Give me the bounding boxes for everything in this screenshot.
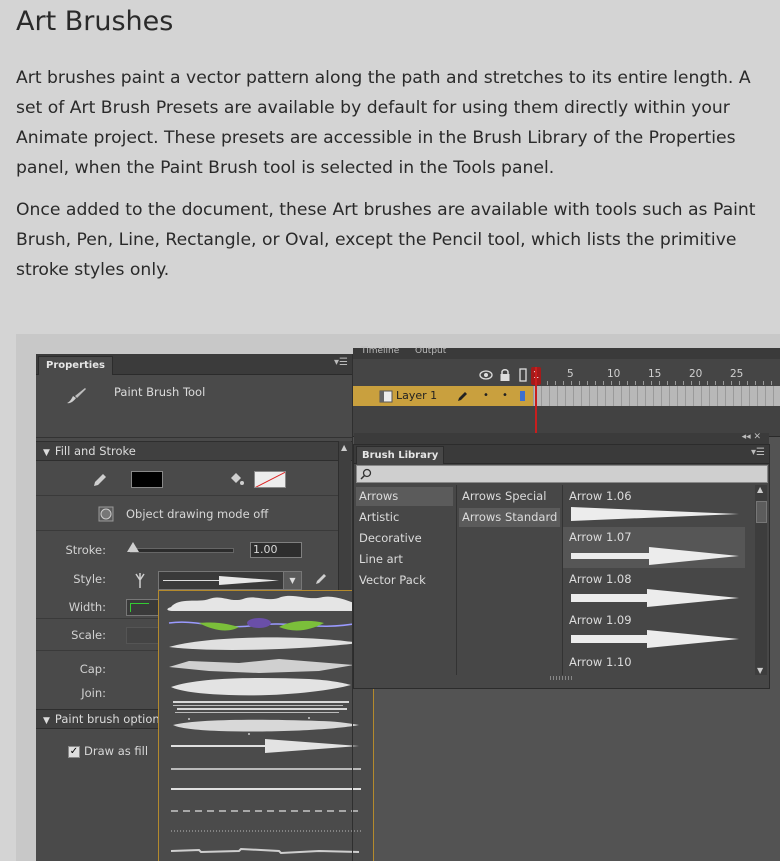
stroke-label: Stroke:: [65, 543, 106, 557]
animate-screenshot: Properties ▾☰ Paint Brush Tool ▼ Fill and…: [16, 334, 780, 861]
timeline-tab[interactable]: Timeline: [361, 346, 399, 356]
style-option-thick-taper[interactable]: [169, 637, 359, 650]
arrow-preview-icon[interactable]: [571, 507, 739, 521]
layer-name: Layer 1: [396, 389, 438, 402]
scroll-up-icon[interactable]: ▲: [757, 485, 763, 494]
join-label: Join:: [81, 686, 106, 700]
style-dropdown[interactable]: ▼: [158, 571, 302, 590]
arrow-preview-icon[interactable]: [571, 547, 739, 565]
category-line-art[interactable]: Line art: [356, 550, 453, 569]
arrow-preview-icon[interactable]: [571, 589, 739, 607]
page-title: Art Brushes: [16, 6, 174, 37]
preset-arrow-1-07[interactable]: Arrow 1.07: [569, 530, 632, 544]
edit-style-pencil-icon[interactable]: [314, 572, 328, 586]
scroll-down-icon[interactable]: ▼: [757, 666, 763, 675]
playhead[interactable]: [535, 367, 537, 437]
category-list: Arrows Artistic Decorative Line art Vect…: [354, 485, 457, 675]
outline-icon[interactable]: [518, 368, 528, 382]
usage-paragraph: Once added to the document, these Art br…: [16, 200, 756, 280]
scale-dropdown[interactable]: [126, 627, 160, 644]
scrollbar-thumb[interactable]: [756, 501, 767, 523]
category-decorative[interactable]: Decorative: [356, 529, 453, 548]
stroke-value-field[interactable]: 1.00: [250, 542, 302, 558]
tool-name: Paint Brush Tool: [114, 385, 206, 399]
style-option-striped[interactable]: [173, 701, 349, 713]
panel-menu-icon[interactable]: ▾☰: [751, 447, 765, 458]
properties-tab[interactable]: Properties: [38, 356, 113, 375]
lock-icon[interactable]: [499, 368, 511, 382]
animate-ui: Properties ▾☰ Paint Brush Tool ▼ Fill and…: [36, 346, 780, 861]
pencil-icon[interactable]: [92, 472, 108, 488]
fill-color-swatch[interactable]: [131, 471, 163, 488]
preset-scrollbar[interactable]: ▲ ▼: [755, 485, 767, 675]
category-vector-pack[interactable]: Vector Pack: [356, 571, 453, 590]
style-option-ragged[interactable]: [170, 847, 360, 855]
layer-color-icon[interactable]: [520, 391, 525, 401]
style-option-vine[interactable]: [168, 618, 360, 631]
style-option-rough-1[interactable]: [169, 659, 354, 673]
lock-dot-icon[interactable]: •: [502, 386, 508, 406]
dropdown-arrow-icon[interactable]: ▼: [283, 572, 301, 589]
object-drawing-label: Object drawing mode off: [126, 507, 269, 521]
subcategory-arrows-special[interactable]: Arrows Special: [459, 487, 560, 506]
layer-frames[interactable]: [533, 386, 780, 406]
preset-arrow-1-10[interactable]: Arrow 1.10: [569, 655, 632, 669]
collapse-close-icon[interactable]: ◂◂ ✕: [742, 432, 761, 442]
collapse-arrow-icon: ▼: [43, 716, 50, 726]
stroke-style-popup[interactable]: [158, 590, 374, 861]
paint-brush-icon: [67, 388, 86, 404]
scroll-up-icon[interactable]: ▲: [341, 443, 347, 452]
collapse-arrow-icon: ▼: [43, 448, 50, 458]
category-artistic[interactable]: Artistic: [356, 508, 453, 527]
subcategory-arrows-standard[interactable]: Arrows Standard: [459, 508, 560, 527]
layer-icon: [379, 390, 393, 403]
search-icon: [360, 468, 372, 480]
frame-ruler[interactable]: 5 10 15 20 25: [353, 365, 780, 385]
brush-style-icon[interactable]: [132, 571, 148, 589]
draw-as-fill-checkbox[interactable]: ✓: [68, 746, 80, 758]
style-option-splatter[interactable]: [173, 717, 359, 735]
brush-search-input[interactable]: [356, 465, 768, 483]
preset-list: Arrow 1.06 Arrow 1.07 Arrow 1.08 Arrow 1…: [563, 485, 758, 675]
eye-icon[interactable]: [479, 369, 493, 381]
resize-grip[interactable]: [550, 676, 572, 680]
paint-bucket-icon[interactable]: [227, 470, 245, 488]
preset-arrow-1-09[interactable]: Arrow 1.09: [569, 613, 632, 627]
scale-label: Scale:: [71, 628, 106, 642]
preset-arrow-1-06[interactable]: Arrow 1.06: [569, 489, 632, 503]
object-drawing-icon[interactable]: [98, 506, 114, 522]
cap-label: Cap:: [79, 662, 106, 676]
output-tab[interactable]: Output: [415, 346, 446, 356]
timeline-panel: Timeline Output 5 10 15 20 25 Layer 1 • …: [353, 346, 780, 437]
stroke-color-swatch[interactable]: [254, 471, 286, 488]
stroke-slider-thumb[interactable]: [127, 542, 139, 552]
brush-library-tab[interactable]: Brush Library: [356, 446, 445, 464]
preset-arrow-1-08[interactable]: Arrow 1.08: [569, 572, 632, 586]
brush-library-panel: ◂◂ ✕ Brush Library ▾☰ Arrows Artistic De…: [353, 432, 770, 689]
style-label: Style:: [73, 572, 106, 586]
intro-paragraph: Art brushes paint a vector pattern along…: [16, 68, 751, 178]
fill-stroke-header[interactable]: ▼ Fill and Stroke: [36, 441, 352, 461]
layer-edit-pencil-icon[interactable]: [457, 390, 469, 402]
arrow-preview-icon[interactable]: [571, 630, 739, 648]
category-arrows[interactable]: Arrows: [356, 487, 453, 506]
layer-row[interactable]: Layer 1 • •: [353, 386, 780, 406]
width-dropdown[interactable]: [126, 599, 160, 616]
subcategory-list: Arrows Special Arrows Standard: [457, 485, 563, 675]
draw-as-fill-label: Draw as fill: [84, 744, 149, 758]
width-label: Width:: [68, 600, 106, 614]
style-option-cloud[interactable]: [167, 595, 360, 611]
style-option-chalk[interactable]: [171, 677, 351, 696]
style-option-arrow[interactable]: [171, 739, 359, 753]
visible-dot-icon[interactable]: •: [483, 386, 489, 406]
panel-menu-icon[interactable]: ▾☰: [334, 357, 348, 368]
stroke-slider[interactable]: [130, 548, 234, 553]
